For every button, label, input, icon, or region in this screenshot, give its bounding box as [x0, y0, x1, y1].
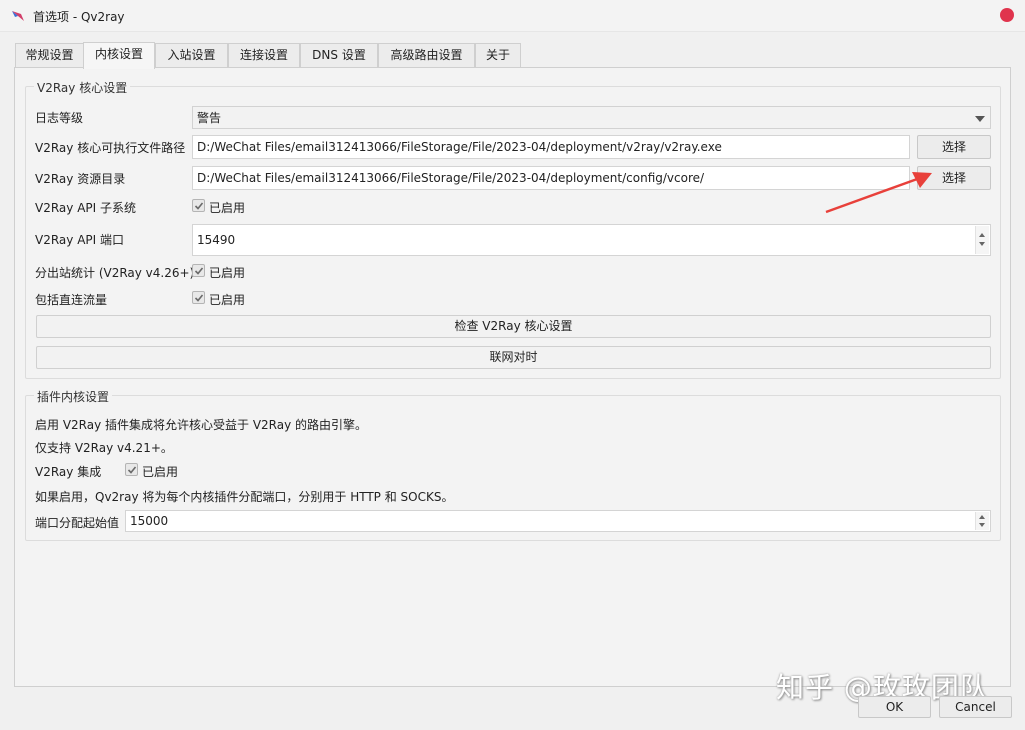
tab-general[interactable]: 常规设置 — [15, 43, 84, 68]
api-port-stepper[interactable] — [975, 226, 989, 254]
log-level-select[interactable]: 警告 — [192, 106, 991, 129]
checkmark-icon — [194, 202, 204, 210]
window-title: 首选项 - Qv2ray — [33, 10, 125, 24]
core-exe-path-label: V2Ray 核心可执行文件路径 — [35, 141, 186, 155]
port-start-stepper[interactable] — [975, 512, 989, 530]
port-start-input[interactable]: 15000 — [125, 510, 991, 532]
spin-down-icon[interactable] — [979, 242, 985, 246]
plugin-description-3: 如果启用，Qv2ray 将为每个内核插件分配端口，分别用于 HTTP 和 SOC… — [35, 490, 454, 504]
close-window-button[interactable] — [1000, 8, 1014, 22]
port-start-value: 15000 — [130, 514, 169, 528]
log-level-value: 警告 — [197, 111, 222, 125]
v2ray-integration-check-label: 已启用 — [142, 465, 179, 479]
assets-dir-browse-button[interactable]: 选择 — [917, 166, 991, 190]
assets-dir-label: V2Ray 资源目录 — [35, 172, 126, 186]
v2ray-integration-label: V2Ray 集成 — [35, 465, 102, 479]
core-settings-group: V2Ray 核心设置 日志等级 警告 V2Ray 核心可执行文件路径 D:/We… — [25, 79, 1001, 379]
api-port-value: 15490 — [197, 233, 236, 247]
outbound-stats-checkbox[interactable] — [192, 264, 205, 277]
title-bar: 首选项 - Qv2ray — [0, 0, 1025, 32]
spin-up-icon[interactable] — [979, 233, 985, 237]
log-level-label: 日志等级 — [35, 111, 84, 125]
assets-dir-input[interactable]: D:/WeChat Files/email312413066/FileStora… — [192, 166, 910, 190]
checkmark-icon — [127, 466, 137, 474]
preferences-window: 首选项 - Qv2ray 常规设置 内核设置 入站设置 连接设置 DNS 设置 … — [0, 0, 1025, 730]
tab-about[interactable]: 关于 — [475, 43, 521, 68]
plugin-settings-title: 插件内核设置 — [34, 388, 113, 405]
api-port-input[interactable]: 15490 — [192, 224, 991, 256]
ok-button[interactable]: OK — [858, 696, 931, 718]
direct-traffic-label: 包括直连流量 — [35, 293, 108, 307]
cancel-button[interactable]: Cancel — [939, 696, 1012, 718]
tab-connection[interactable]: 连接设置 — [228, 43, 300, 68]
kernel-settings-panel: V2Ray 核心设置 日志等级 警告 V2Ray 核心可执行文件路径 D:/We… — [14, 67, 1011, 687]
plugin-settings-group: 插件内核设置 启用 V2Ray 插件集成将允许核心受益于 V2Ray 的路由引擎… — [25, 388, 1001, 541]
tab-advanced-routing[interactable]: 高级路由设置 — [378, 43, 475, 68]
direct-traffic-checkbox[interactable] — [192, 291, 205, 304]
api-port-label: V2Ray API 端口 — [35, 233, 124, 247]
api-subsystem-check-label: 已启用 — [209, 201, 246, 215]
core-exe-browse-button[interactable]: 选择 — [917, 135, 991, 159]
tab-kernel[interactable]: 内核设置 — [83, 42, 155, 69]
network-time-sync-button[interactable]: 联网对时 — [36, 346, 991, 369]
core-exe-path-input[interactable]: D:/WeChat Files/email312413066/FileStora… — [192, 135, 910, 159]
qv2ray-app-icon — [12, 11, 24, 21]
checkmark-icon — [194, 267, 204, 275]
api-subsystem-label: V2Ray API 子系统 — [35, 201, 136, 215]
spin-down-icon[interactable] — [979, 523, 985, 527]
port-start-label: 端口分配起始值 — [35, 516, 120, 530]
plugin-description-1: 启用 V2Ray 插件集成将允许核心受益于 V2Ray 的路由引擎。 — [35, 418, 368, 432]
v2ray-integration-checkbox[interactable] — [125, 463, 138, 476]
outbound-stats-label: 分出站统计 (V2Ray v4.26+) — [35, 266, 195, 280]
tab-inbound[interactable]: 入站设置 — [155, 43, 228, 68]
tab-dns[interactable]: DNS 设置 — [300, 43, 378, 68]
plugin-description-2: 仅支持 V2Ray v4.21+。 — [35, 441, 173, 455]
check-core-settings-button[interactable]: 检查 V2Ray 核心设置 — [36, 315, 991, 338]
api-subsystem-checkbox[interactable] — [192, 199, 205, 212]
direct-traffic-check-label: 已启用 — [209, 293, 246, 307]
spin-up-icon[interactable] — [979, 515, 985, 519]
checkmark-icon — [194, 294, 204, 302]
core-settings-title: V2Ray 核心设置 — [34, 79, 131, 96]
chevron-down-icon — [975, 116, 985, 122]
outbound-stats-check-label: 已启用 — [209, 266, 246, 280]
